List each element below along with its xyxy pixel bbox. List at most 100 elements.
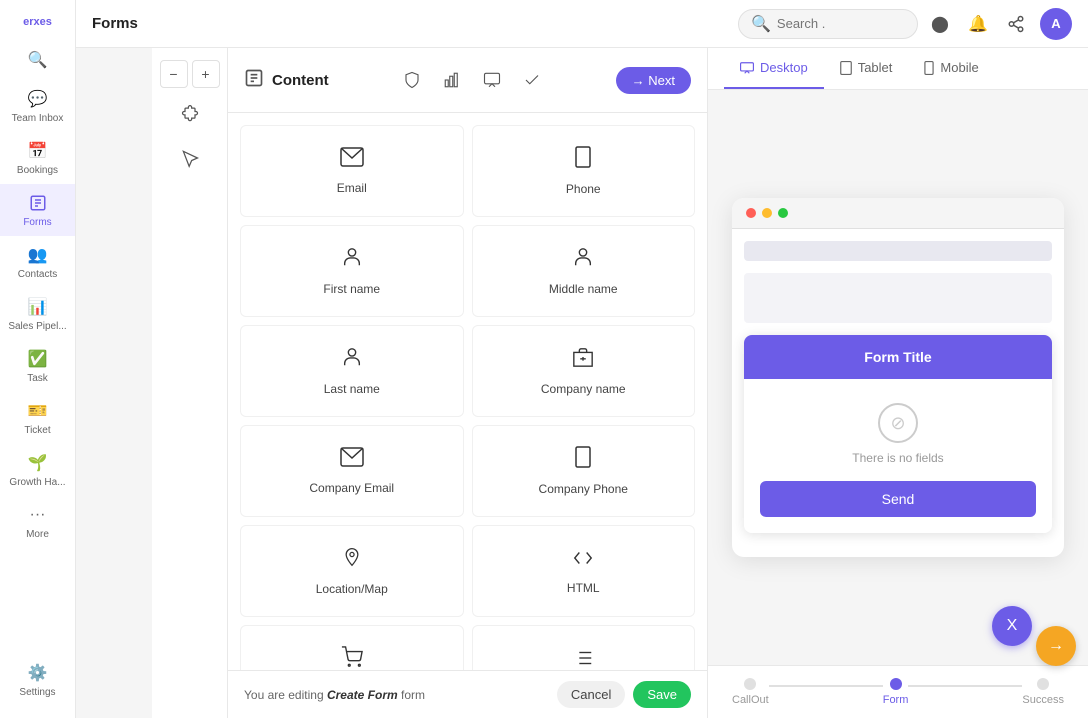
sidebar-item-sales-pipeline[interactable]: 📊 Sales Pipel... [0,288,75,340]
avatar[interactable]: A [1040,8,1072,40]
progress-step-callout[interactable]: CallOut [732,678,769,706]
form-item-company-email[interactable]: Company Email [240,425,464,517]
puzzle-icon-button[interactable] [172,96,208,132]
sidebar-item-more[interactable]: ··· More [0,496,75,548]
forms-icon [27,192,49,214]
sidebar-item-ticket[interactable]: 🎫 Ticket [0,392,75,444]
step-icon-check[interactable] [512,60,552,100]
content-icon [244,68,264,93]
form-item-location-map[interactable]: Location/Map [240,525,464,617]
content-header: Content → Next [228,48,707,113]
step-icon-chart[interactable] [432,60,472,100]
browser-body: Form Title ⊘ There is no fields Send [732,241,1064,557]
html-icon [572,547,594,573]
topbar-actions: ⬤ 🔔 A [926,8,1072,40]
tab-tablet[interactable]: Tablet [824,48,909,89]
form-item-product-service[interactable]: Product/Service [240,625,464,670]
sidebar-item-settings[interactable]: ⚙️ Settings [0,650,75,710]
form-item-company-name[interactable]: Company name [472,325,696,417]
email-icon [340,447,364,473]
sidebar-item-contacts[interactable]: 👥 Contacts [0,236,75,288]
tab-mobile-label: Mobile [940,60,978,75]
zoom-in-button[interactable]: + [192,60,220,88]
bottom-bar: You are editing Create Form form Cancel … [228,670,707,718]
cancel-button[interactable]: Cancel [557,681,625,708]
form-item-middle-name[interactable]: Middle name [472,225,696,317]
form-item-html[interactable]: HTML [472,525,696,617]
form-item-phone[interactable]: Phone [472,125,696,217]
page-stripe-1 [744,241,1052,261]
form-item-label: Last name [324,382,380,396]
dot-status-icon: ⬤ [926,10,954,38]
form-item-first-name[interactable]: First name [240,225,464,317]
sales-pipeline-icon: 📊 [27,296,49,318]
search-icon: 🔍 [28,50,48,70]
sidebar-item-label: More [26,529,49,540]
no-fields-icon: ⊘ [878,403,918,443]
phone-icon [573,446,593,474]
page-title: Forms [92,15,730,32]
progress-step-success[interactable]: Success [1022,678,1064,706]
tab-mobile[interactable]: Mobile [908,48,994,89]
progress-step-form[interactable]: Form [883,678,909,706]
browser-dot-red [746,208,756,218]
step-icon-monitor[interactable] [472,60,512,100]
sidebar-item-label: Ticket [24,425,50,436]
save-button[interactable]: Save [633,681,691,708]
form-item-label: Phone [566,182,601,196]
float-arrow-button[interactable]: → [1036,626,1076,666]
preview-panel: Desktop Tablet Mobile [708,48,1088,718]
edit-status-text: You are editing Create Form form [244,688,425,702]
form-item-email[interactable]: Email [240,125,464,217]
sidebar-item-team-inbox[interactable]: 💬 Team Inbox [0,80,75,132]
main-area: − + Content [152,48,1088,718]
task-icon: ✅ [27,348,49,370]
person-icon [341,346,363,374]
building-icon [572,346,594,374]
progress-line-1 [769,685,883,687]
search-input[interactable] [777,16,907,31]
sidebar-item-label: Forms [23,217,51,228]
form-card: Form Title ⊘ There is no fields Send [744,335,1052,533]
contacts-icon: 👥 [27,244,49,266]
send-button[interactable]: Send [760,481,1036,517]
sidebar-item-task[interactable]: ✅ Task [0,340,75,392]
step-icon-shield[interactable] [392,60,432,100]
browser-dot-yellow [762,208,772,218]
form-item-label: Email [337,181,367,195]
form-item-last-name[interactable]: Last name [240,325,464,417]
form-item-object-list[interactable]: Object List [472,625,696,670]
zoom-out-button[interactable]: − [160,60,188,88]
tab-desktop[interactable]: Desktop [724,48,824,89]
progress-label-callout: CallOut [732,694,769,706]
float-x-button[interactable]: X [992,606,1032,646]
browser-dot-green [778,208,788,218]
brand-label: erxes [23,8,52,40]
bookings-icon: 📅 [27,140,49,162]
progress-dot-form [890,678,902,690]
sidebar-item-label: Bookings [17,165,58,176]
sidebar-item-forms[interactable]: Forms [0,184,75,236]
sidebar-item-label: Sales Pipel... [8,321,66,332]
sidebar-item-label: Task [27,373,48,384]
search-bar[interactable]: 🔍 [738,9,918,39]
form-card-body: ⊘ There is no fields Send [744,379,1052,533]
form-item-label: HTML [567,581,600,595]
cursor-icon-button[interactable] [172,140,208,176]
share-icon[interactable] [1002,10,1030,38]
form-item-label: Middle name [549,282,618,296]
person-icon [572,246,594,274]
tab-desktop-label: Desktop [760,60,808,75]
sidebar-item-growth-hack[interactable]: 🌱 Growth Ha... [0,444,75,496]
form-item-label: Location/Map [316,582,388,596]
search-icon: 🔍 [751,14,771,34]
sidebar-item-bookings[interactable]: 📅 Bookings [0,132,75,184]
notifications-button[interactable]: 🔔 [964,10,992,38]
browser-dots [732,198,1064,229]
form-item-label: Company name [541,382,626,396]
form-item-company-phone[interactable]: Company Phone [472,425,696,517]
next-button[interactable]: → Next [616,67,691,94]
preview-tabs: Desktop Tablet Mobile [708,48,1088,90]
form-items-grid: Email Phone First name Middle name [228,113,707,670]
sidebar-search[interactable]: 🔍 [24,40,52,80]
